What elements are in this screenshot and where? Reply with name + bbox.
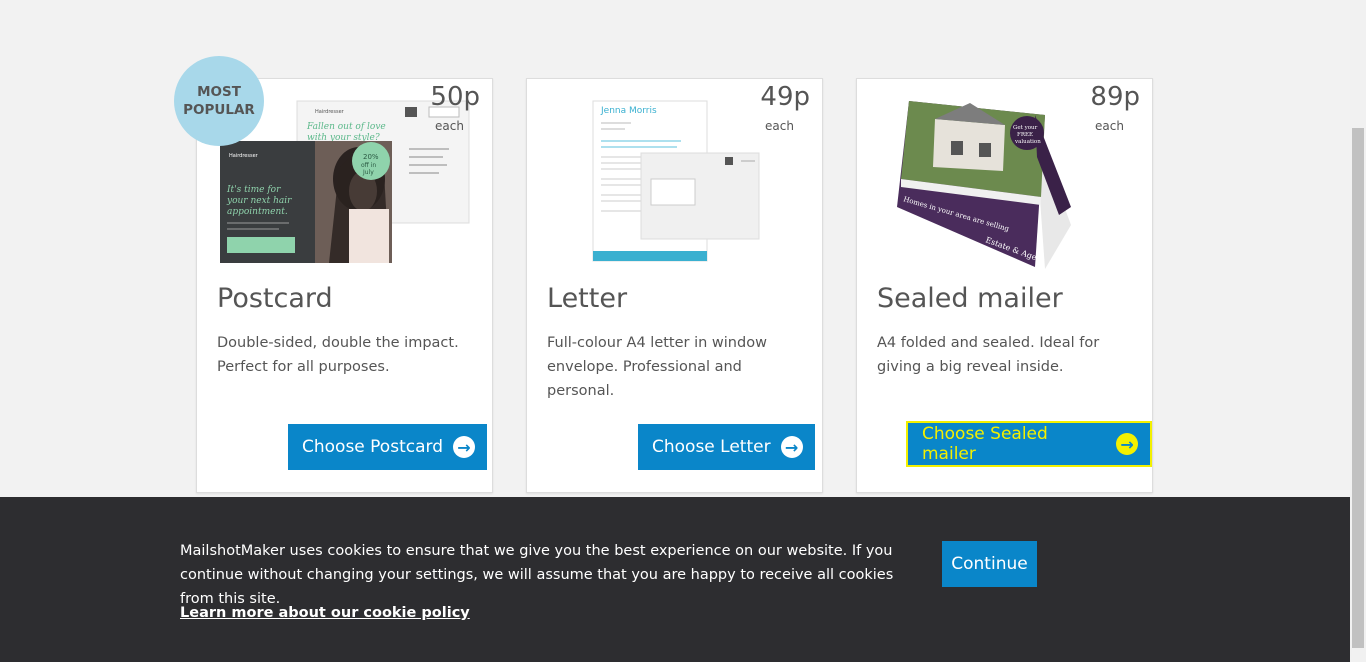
price: 89p bbox=[1090, 82, 1140, 112]
svg-text:July: July bbox=[362, 169, 374, 176]
svg-text:off in: off in bbox=[361, 162, 376, 169]
price-unit: each bbox=[435, 119, 464, 133]
cookie-message: MailshotMaker uses cookies to ensure tha… bbox=[180, 543, 894, 607]
badge-line-1: MOST bbox=[197, 84, 241, 100]
svg-text:Get your: Get your bbox=[1013, 125, 1038, 131]
svg-text:It's time for: It's time for bbox=[226, 185, 281, 195]
arrow-right-icon: → bbox=[780, 436, 803, 458]
svg-text:Jenna Morris: Jenna Morris bbox=[600, 106, 657, 116]
svg-text:Hairdresser: Hairdresser bbox=[315, 109, 345, 115]
price: 49p bbox=[760, 82, 810, 112]
button-label: Choose Postcard bbox=[302, 437, 443, 457]
svg-text:Fallen out of love: Fallen out of love bbox=[306, 122, 386, 132]
svg-text:valuation: valuation bbox=[1014, 139, 1041, 145]
card-title: Postcard bbox=[217, 283, 333, 314]
button-label: Choose Letter bbox=[652, 437, 771, 457]
sealed-mailer-image: Get your FREE valuation Homes in your ar… bbox=[895, 97, 1115, 272]
svg-text:FREE: FREE bbox=[1017, 132, 1033, 138]
price-unit: each bbox=[1095, 119, 1124, 133]
card-description: Full-colour A4 letter in window envelope… bbox=[547, 335, 767, 399]
product-card-letter: Jenna Morris 49p each Letter Full-colour… bbox=[526, 78, 823, 493]
card-title: Sealed mailer bbox=[877, 283, 1063, 314]
cookie-policy-link[interactable]: Learn more about our cookie policy bbox=[180, 605, 470, 621]
button-label: Choose Sealed mailer bbox=[922, 424, 1048, 464]
choose-letter-button[interactable]: Choose Letter → bbox=[638, 424, 815, 470]
card-description: A4 folded and sealed. Ideal for giving a… bbox=[877, 335, 1100, 375]
price: 50p bbox=[430, 82, 480, 112]
badge-line-2: POPULAR bbox=[183, 102, 255, 118]
price-unit: each bbox=[765, 119, 794, 133]
choose-sealed-mailer-button[interactable]: Choose Sealed mailer → bbox=[906, 421, 1152, 467]
most-popular-badge: MOST POPULAR bbox=[174, 56, 264, 146]
svg-text:20%: 20% bbox=[363, 153, 379, 161]
svg-text:Hairdresser: Hairdresser bbox=[229, 153, 259, 159]
arrow-right-icon: → bbox=[1116, 433, 1138, 455]
arrow-right-icon: → bbox=[452, 436, 475, 458]
vertical-scrollbar[interactable] bbox=[1350, 0, 1366, 662]
continue-button[interactable]: Continue bbox=[942, 541, 1037, 587]
svg-text:your next hair: your next hair bbox=[226, 196, 292, 206]
product-card-sealed-mailer: Get your FREE valuation Homes in your ar… bbox=[856, 78, 1153, 493]
cookie-banner: MailshotMaker uses cookies to ensure tha… bbox=[0, 497, 1350, 662]
card-description: Double-sided, double the impact. Perfect… bbox=[217, 335, 459, 375]
letter-image: Jenna Morris bbox=[591, 99, 761, 264]
scrollbar-thumb[interactable] bbox=[1352, 128, 1364, 648]
choose-postcard-button[interactable]: Choose Postcard → bbox=[288, 424, 487, 470]
card-title: Letter bbox=[547, 283, 628, 314]
svg-text:appointment.: appointment. bbox=[227, 207, 288, 217]
clipped-intro-text bbox=[380, 0, 980, 4]
